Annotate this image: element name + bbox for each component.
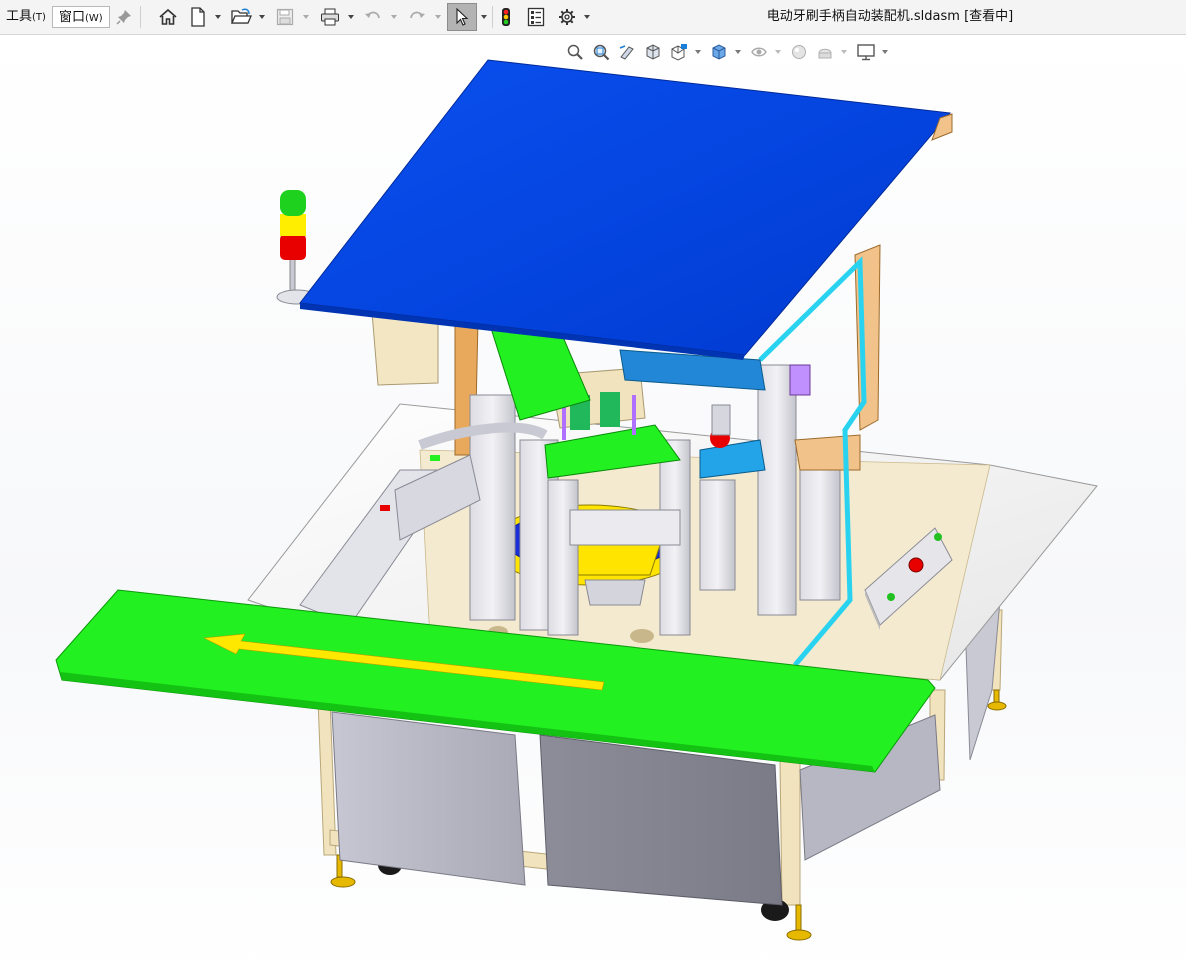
undo-icon[interactable]	[362, 5, 384, 29]
document-title: 电动牙刷手柄自动装配机.sldasm [查看中]	[766, 9, 1014, 24]
view-settings-icon[interactable]	[854, 40, 878, 64]
zoom-to-area-icon[interactable]	[590, 40, 612, 64]
select-icon[interactable]	[447, 3, 477, 31]
view-orientation-dropdown[interactable]	[694, 40, 702, 64]
top-cover-plate	[299, 59, 953, 360]
assembly-model[interactable]	[0, 36, 1186, 975]
menu-tools-accel: (T)	[32, 12, 46, 23]
menu-window-accel: (W)	[85, 13, 103, 24]
select-dropdown[interactable]	[480, 5, 488, 29]
display-style-dropdown[interactable]	[734, 40, 742, 64]
view-settings-dropdown[interactable]	[881, 40, 889, 64]
toolbar-separator	[140, 6, 141, 28]
options-icon[interactable]	[555, 5, 579, 29]
rebuild-icon[interactable]	[496, 5, 516, 29]
edit-appearance-icon[interactable]	[788, 40, 810, 64]
menu-window-label: 窗口	[59, 10, 86, 25]
save-dropdown[interactable]	[302, 5, 310, 29]
menu-tools[interactable]: 工具(T)	[6, 6, 46, 28]
signal-tower	[276, 190, 318, 305]
display-style-icon[interactable]	[708, 40, 730, 64]
undo-dropdown[interactable]	[390, 5, 398, 29]
pin-icon[interactable]	[114, 5, 134, 29]
apply-scene-icon[interactable]	[814, 40, 836, 64]
open-dropdown[interactable]	[258, 5, 266, 29]
home-icon[interactable]	[156, 5, 180, 29]
zoom-to-fit-icon[interactable]	[564, 40, 586, 64]
hide-show-items-icon[interactable]	[748, 40, 770, 64]
open-icon[interactable]	[228, 5, 254, 29]
print-icon[interactable]	[318, 5, 342, 29]
save-icon[interactable]	[274, 5, 296, 29]
new-dropdown[interactable]	[214, 5, 222, 29]
redo-dropdown[interactable]	[434, 5, 442, 29]
section-view-icon[interactable]	[642, 40, 664, 64]
main-toolbar: 工具(T) 窗口(W) 电动牙刷手柄自动装配机.sldasm [查看中]	[0, 0, 1186, 35]
view-orientation-icon[interactable]	[668, 40, 690, 64]
file-properties-icon[interactable]	[524, 5, 548, 29]
print-dropdown[interactable]	[347, 5, 355, 29]
hide-show-items-dropdown[interactable]	[774, 40, 782, 64]
toolbar-separator	[492, 6, 493, 28]
previous-view-icon[interactable]	[616, 40, 638, 64]
graphics-viewport[interactable]	[0, 36, 1186, 975]
menu-tools-label: 工具	[6, 9, 33, 24]
apply-scene-dropdown[interactable]	[840, 40, 848, 64]
options-dropdown[interactable]	[583, 5, 591, 29]
new-document-icon[interactable]	[187, 5, 209, 29]
menu-window[interactable]: 窗口(W)	[52, 6, 110, 28]
redo-icon[interactable]	[406, 5, 428, 29]
